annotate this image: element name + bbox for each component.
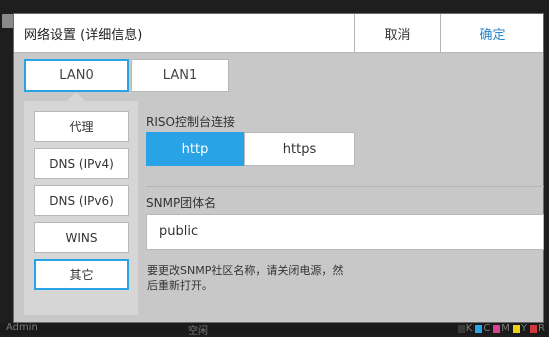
ink-r: R [530, 323, 545, 334]
dialog-title: 网络设置 (详细信息) [24, 28, 143, 43]
snmp-community-field[interactable]: public [146, 214, 544, 250]
ink-levels: K C M Y R [457, 323, 545, 334]
protocol-http-button[interactable]: http [146, 132, 244, 166]
ink-k-swatch [457, 324, 465, 333]
sidebar-item-dns-ipv6[interactable]: DNS (IPv6) [34, 185, 129, 216]
ink-y-label: Y [520, 323, 528, 334]
section-divider [146, 186, 544, 187]
ink-r-label: R [538, 323, 545, 334]
ink-k: K [457, 323, 473, 334]
user-name: Admin [6, 322, 38, 333]
ink-m-label: M [501, 323, 510, 334]
cancel-button[interactable]: 取消 [354, 14, 440, 52]
ink-y-swatch [512, 324, 520, 333]
sidebar-item-dns-ipv4[interactable]: DNS (IPv4) [34, 148, 129, 179]
sidebar-item-proxy[interactable]: 代理 [34, 111, 129, 142]
protocol-https-button[interactable]: https [244, 132, 355, 166]
sidebar-item-wins[interactable]: WINS [34, 222, 129, 253]
ink-m-swatch [493, 324, 501, 333]
ink-r-swatch [530, 324, 538, 333]
sidebar-item-other[interactable]: 其它 [34, 259, 129, 290]
dialog-titlebar: 网络设置 (详细信息) 取消 确定 [14, 14, 543, 53]
tab-lan1[interactable]: LAN1 [131, 59, 229, 92]
ink-k-label: K [465, 323, 473, 334]
tab-pointer [67, 92, 85, 101]
ok-button[interactable]: 确定 [440, 14, 544, 52]
ink-m: M [493, 323, 510, 334]
settings-sidebar: 代理 DNS (IPv4) DNS (IPv6) WINS 其它 [24, 101, 138, 315]
background-app-icon [2, 14, 13, 28]
snmp-restart-note: 要更改SNMP社区名称，请关闭电源，然后重新打开。 [147, 264, 344, 292]
snmp-community-label: SNMP团体名 [146, 196, 217, 210]
tab-lan0[interactable]: LAN0 [24, 59, 129, 92]
riso-console-label: RISO控制台连接 [146, 115, 235, 129]
status-bar: Admin 空闲 K C M Y R [0, 322, 549, 337]
network-settings-dialog: 网络设置 (详细信息) 取消 确定 LAN0 LAN1 代理 DNS (IPv4… [13, 13, 544, 323]
ink-y: Y [512, 323, 528, 334]
ink-c-label: C [483, 323, 491, 334]
ink-c-swatch [475, 324, 483, 333]
ink-c: C [475, 323, 490, 334]
